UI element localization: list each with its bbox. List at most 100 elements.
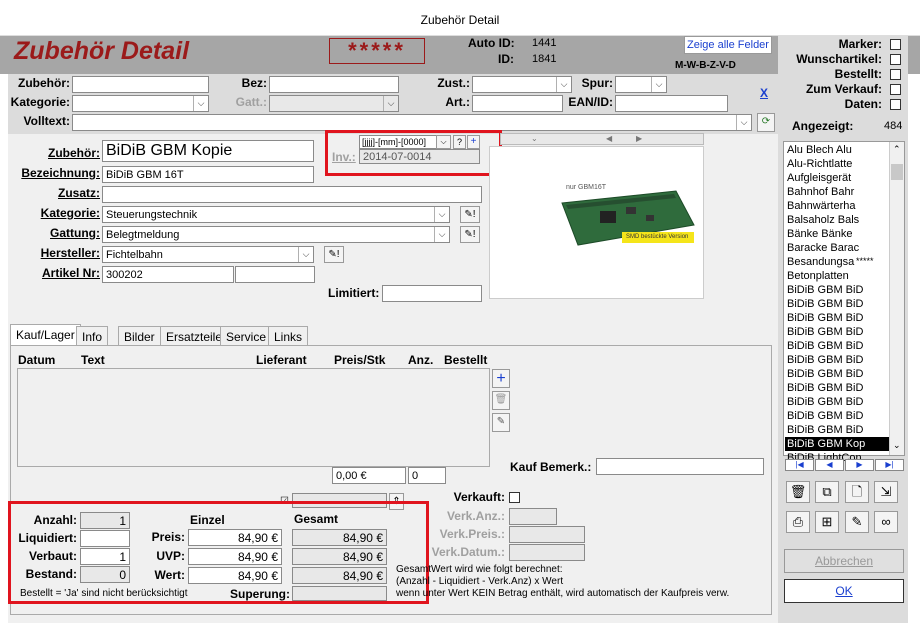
refresh-icon[interactable]: ⟳ — [757, 113, 775, 132]
new-document-icon[interactable]: 🗋 — [845, 481, 869, 503]
list-scrollbar[interactable]: ⌃ ⌄ — [889, 142, 904, 455]
filter-gatt-label: Gatt.: — [235, 95, 267, 109]
list-item[interactable]: BiDiB GBM BiD — [785, 297, 889, 311]
verkauft-checkbox[interactable] — [509, 492, 520, 503]
filter-art-input[interactable] — [472, 95, 563, 112]
flag-daten-checkbox[interactable] — [890, 99, 901, 110]
add-purchase-icon[interactable]: + — [492, 369, 510, 388]
verk-anz-input[interactable] — [509, 508, 557, 525]
verk-datum-input[interactable] — [509, 544, 585, 561]
glasses-icon[interactable]: ∞ — [874, 511, 898, 533]
scroll-down-icon[interactable]: ⌄ — [893, 440, 901, 451]
limitiert-input[interactable] — [382, 285, 482, 302]
purchase-list[interactable] — [17, 368, 490, 467]
flag-bestellt-label: Bestellt: — [834, 67, 882, 81]
edit-icon[interactable]: ✎ — [845, 511, 869, 533]
list-item[interactable]: BiDiB GBM BiD — [785, 367, 889, 381]
list-item[interactable]: BiDiB GBM Kop — [785, 437, 889, 451]
flag-daten-label: Daten: — [844, 97, 882, 111]
list-item[interactable]: BiDiB GBM BiD — [785, 339, 889, 353]
tab-kauf-lager[interactable]: Kauf/Lager — [10, 324, 81, 346]
tab-bilder[interactable]: Bilder — [118, 326, 161, 346]
list-item[interactable]: BiDiB GBM BiD — [785, 423, 889, 437]
nav-last-icon[interactable]: ▶| — [875, 459, 904, 471]
print-icon[interactable]: ⎙ — [786, 511, 810, 533]
list-item[interactable]: Bahnwärterha — [785, 199, 889, 213]
filter-zubehoer-input[interactable] — [72, 76, 209, 93]
list-item[interactable]: BiDiB GBM BiD — [785, 325, 889, 339]
nav-first-icon[interactable]: |◀ — [785, 459, 814, 471]
list-item[interactable]: Alu Blech Alu — [785, 143, 889, 157]
list-item[interactable]: BiDiB GBM BiD — [785, 353, 889, 367]
limitiert-label: Limitiert: — [328, 286, 380, 300]
verk-anz-label: Verk.Anz.: — [446, 509, 505, 523]
product-image[interactable]: nur GBM16T SMD bestückte Version — [556, 184, 698, 249]
nav-next-icon[interactable]: ▶ — [845, 459, 874, 471]
filter-ean-input[interactable] — [615, 95, 728, 112]
list-item[interactable]: Baracke Barac — [785, 241, 889, 255]
filter-zust-select[interactable]: ⌵ — [472, 76, 572, 93]
gattung-select[interactable]: Belegtmeldung ⌵ — [102, 226, 450, 243]
filter-volltext-input[interactable]: ⌵ — [72, 114, 752, 131]
list-item[interactable]: BiDiB GBM BiD — [785, 381, 889, 395]
kauf-bemerk-input[interactable] — [596, 458, 764, 475]
list-item[interactable]: Betonplatten — [785, 269, 889, 283]
tab-ersatzteile[interactable]: Ersatzteile — [160, 326, 229, 346]
col-datum: Datum — [18, 353, 56, 367]
flag-verkauf-checkbox[interactable] — [890, 84, 901, 95]
show-all-fields-button[interactable]: Zeige alle Felder — [684, 36, 772, 54]
list-item[interactable]: Aufgleisgerät — [785, 171, 889, 185]
edit-purchase-icon[interactable]: ✎ — [492, 413, 510, 432]
artikel-extra-input[interactable] — [235, 266, 315, 283]
kategorie-label: Kategorie: — [40, 206, 100, 220]
filter-spur-select[interactable]: ⌵ — [615, 76, 667, 93]
image-nav-bar[interactable]: ⌄ ◀ ▶ — [500, 133, 704, 145]
kategorie-edit-icon[interactable]: ✎! — [460, 206, 480, 223]
filter-bez-input[interactable] — [269, 76, 399, 93]
filter-zubehoer-label: Zubehör: — [18, 76, 70, 90]
flag-marker-checkbox[interactable] — [890, 39, 901, 50]
hersteller-select[interactable]: Fichtelbahn ⌵ — [102, 246, 314, 263]
list-item[interactable]: BiDiB GBM BiD — [785, 409, 889, 423]
zusatz-label: Zusatz: — [58, 186, 100, 200]
scroll-up-icon[interactable]: ⌃ — [893, 144, 901, 155]
list-item[interactable]: BiDiB GBM BiD — [785, 395, 889, 409]
delete-purchase-icon[interactable]: 🗑 — [492, 391, 510, 410]
zubehoer-input[interactable]: BiDiB GBM Kopie — [102, 140, 314, 162]
scroll-thumb[interactable] — [891, 164, 903, 180]
list-item[interactable]: BiDiB GBM BiD — [785, 311, 889, 325]
trash-icon[interactable]: 🗑 — [786, 481, 810, 503]
flag-verkauf-label: Zum Verkauf: — [805, 82, 882, 96]
zusatz-input[interactable] — [102, 186, 482, 203]
kategorie-select[interactable]: Steuerungstechnik ⌵ — [102, 206, 450, 223]
export-icon[interactable]: ⇲ — [874, 481, 898, 503]
list-item[interactable]: Bänke Bänke — [785, 227, 889, 241]
gattung-edit-icon[interactable]: ✎! — [460, 226, 480, 243]
ok-button[interactable]: OK — [784, 579, 904, 603]
tab-links[interactable]: Links — [268, 326, 309, 346]
copy-tree-icon[interactable]: ⧉ — [815, 481, 839, 503]
nav-prev-icon[interactable]: ◀ — [815, 459, 844, 471]
tab-info[interactable]: Info — [76, 326, 109, 346]
filter-kategorie-select[interactable]: ⌵ — [72, 95, 209, 112]
flag-wunsch-checkbox[interactable] — [890, 54, 901, 65]
bezeichnung-input[interactable]: BiDiB GBM 16T — [102, 166, 314, 183]
list-item[interactable]: Bahnhof Bahr — [785, 185, 889, 199]
image-next-icon[interactable]: ▶ — [636, 134, 642, 143]
structure-icon[interactable]: ⊞ — [815, 511, 839, 533]
artikel-input[interactable]: 300202 — [102, 266, 234, 283]
verk-preis-input[interactable] — [509, 526, 585, 543]
auto-id-value: 1441 — [532, 37, 557, 49]
flag-bestellt-checkbox[interactable] — [890, 69, 901, 80]
list-item[interactable]: BiDiB GBM BiD — [785, 283, 889, 297]
hersteller-edit-icon[interactable]: ✎! — [324, 246, 344, 263]
list-item[interactable]: Balsaholz Bals — [785, 213, 889, 227]
cancel-button[interactable]: Abbrechen — [784, 549, 904, 573]
image-prev-icon[interactable]: ◀ — [606, 134, 612, 143]
image-scroll-up-icon[interactable]: ⌄ — [531, 134, 538, 143]
clear-filter-button[interactable]: X — [760, 86, 768, 100]
list-item[interactable]: Alu-Richtlatte — [785, 157, 889, 171]
tab-service[interactable]: Service — [220, 326, 273, 346]
stars-rating[interactable]: ***** — [329, 38, 425, 64]
filter-gatt-select[interactable]: ⌵ — [269, 95, 399, 112]
